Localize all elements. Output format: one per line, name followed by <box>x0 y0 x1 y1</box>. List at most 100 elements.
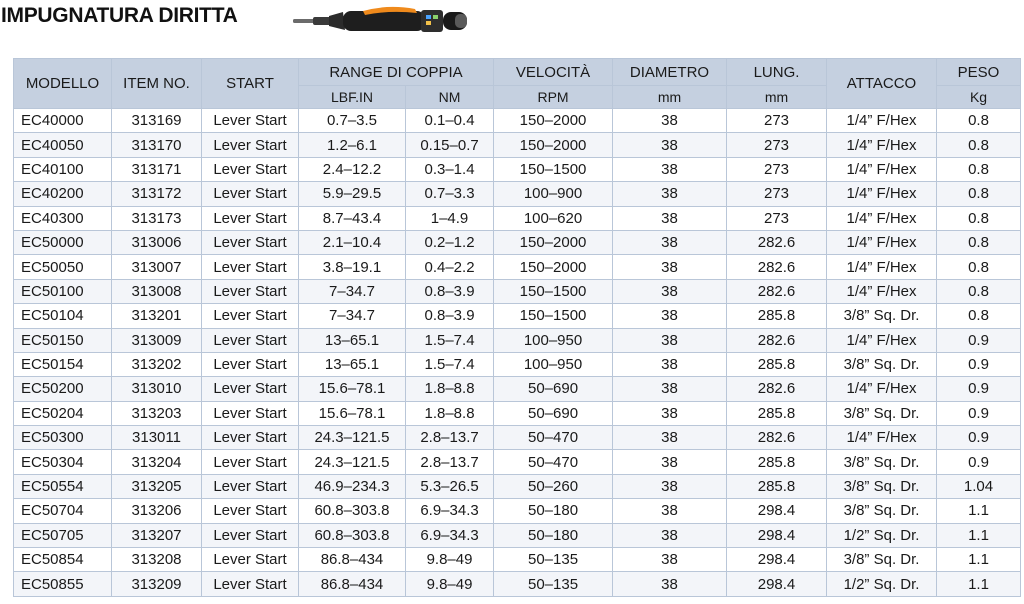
cell-attachment: 1/2” Sq. Dr. <box>826 522 938 549</box>
cell-model: EC50855 <box>13 571 112 597</box>
cell-weight: 1.1 <box>936 498 1022 524</box>
cell-torque-nm: 9.8–49 <box>404 571 495 597</box>
col-header-start: START <box>201 58 299 109</box>
col-header-item: ITEM NO. <box>111 58 202 109</box>
cell-model: EC50200 <box>13 376 112 402</box>
cell-diameter: 38 <box>612 571 728 597</box>
cell-attachment: 1/4” F/Hex <box>826 425 938 451</box>
cell-speed: 50–135 <box>493 547 614 573</box>
cell-torque-lbf: 86.8–434 <box>298 571 406 597</box>
cell-weight: 0.8 <box>936 181 1022 207</box>
cell-torque-nm: 1.8–8.8 <box>404 400 495 427</box>
cell-start: Lever Start <box>201 571 299 597</box>
cell-weight: 0.8 <box>936 278 1022 305</box>
cell-diameter: 38 <box>612 400 728 427</box>
table-row: EC50854 313208 Lever Start 86.8–434 9.8–49 50… <box>13 547 1022 573</box>
cell-model: EC50050 <box>13 254 112 280</box>
cell-length: 273 <box>726 107 828 134</box>
cell-length: 273 <box>726 205 828 231</box>
col-header-model: MODELLO <box>13 58 112 109</box>
col-unit-weight: Kg <box>936 85 1022 109</box>
cell-diameter: 38 <box>612 449 728 475</box>
cell-torque-nm: 1.8–8.8 <box>404 376 495 402</box>
cell-speed: 100–620 <box>493 205 614 231</box>
cell-torque-lbf: 5.9–29.5 <box>298 181 406 207</box>
cell-diameter: 38 <box>612 156 728 183</box>
cell-diameter: 38 <box>612 303 728 329</box>
col-header-diameter: DIAMETRO <box>612 58 728 86</box>
cell-model: EC50100 <box>13 278 112 305</box>
cell-diameter: 38 <box>612 278 728 305</box>
cell-length: 282.6 <box>726 229 828 256</box>
cell-speed: 50–180 <box>493 498 614 524</box>
cell-diameter: 38 <box>612 132 728 158</box>
cell-item-no: 313207 <box>111 522 202 549</box>
cell-torque-nm: 0.7–3.3 <box>404 181 495 207</box>
table-header: MODELLO ITEM NO. START RANGE DI COPPIA V… <box>13 58 1022 109</box>
cell-diameter: 38 <box>612 229 728 256</box>
cell-torque-lbf: 3.8–19.1 <box>298 254 406 280</box>
cell-torque-lbf: 15.6–78.1 <box>298 376 406 402</box>
cell-torque-lbf: 60.8–303.8 <box>298 498 406 524</box>
cell-torque-nm: 9.8–49 <box>404 547 495 573</box>
cell-diameter: 38 <box>612 547 728 573</box>
cell-speed: 150–1500 <box>493 303 614 329</box>
cell-torque-lbf: 1.2–6.1 <box>298 132 406 158</box>
cell-attachment: 1/4” F/Hex <box>826 132 938 158</box>
cell-weight: 0.8 <box>936 229 1022 256</box>
cell-length: 285.8 <box>726 351 828 378</box>
cell-start: Lever Start <box>201 425 299 451</box>
cell-item-no: 313209 <box>111 571 202 597</box>
table-row: EC50300 313011 Lever Start 24.3–121.5 2.8–13… <box>13 425 1022 451</box>
cell-model: EC50705 <box>13 522 112 549</box>
cell-attachment: 1/4” F/Hex <box>826 156 938 183</box>
cell-start: Lever Start <box>201 229 299 256</box>
cell-item-no: 313169 <box>111 107 202 134</box>
cell-model: EC40100 <box>13 156 112 183</box>
cell-torque-lbf: 24.3–121.5 <box>298 449 406 475</box>
cell-start: Lever Start <box>201 522 299 549</box>
cell-weight: 0.9 <box>936 351 1022 378</box>
cell-item-no: 313201 <box>111 303 202 329</box>
col-header-speed: VELOCITÀ <box>493 58 614 86</box>
cell-attachment: 1/4” F/Hex <box>826 278 938 305</box>
cell-item-no: 313008 <box>111 278 202 305</box>
cell-length: 298.4 <box>726 571 828 597</box>
cell-length: 273 <box>726 156 828 183</box>
cell-length: 285.8 <box>726 400 828 427</box>
cell-diameter: 38 <box>612 107 728 134</box>
cell-speed: 50–690 <box>493 400 614 427</box>
cell-start: Lever Start <box>201 498 299 524</box>
cell-diameter: 38 <box>612 376 728 402</box>
cell-length: 273 <box>726 181 828 207</box>
cell-attachment: 1/4” F/Hex <box>826 107 938 134</box>
cell-item-no: 313172 <box>111 181 202 207</box>
cell-torque-lbf: 7–34.7 <box>298 303 406 329</box>
cell-model: EC50150 <box>13 327 112 353</box>
cell-diameter: 38 <box>612 254 728 280</box>
cell-length: 282.6 <box>726 425 828 451</box>
cell-weight: 1.1 <box>936 522 1022 549</box>
table-row: EC40050 313170 Lever Start 1.2–6.1 0.15–0.7 1… <box>13 132 1022 158</box>
cell-torque-nm: 0.8–3.9 <box>404 278 495 305</box>
col-unit-lbf: LBF.IN <box>298 85 406 109</box>
cell-torque-lbf: 24.3–121.5 <box>298 425 406 451</box>
cell-torque-nm: 2.8–13.7 <box>404 449 495 475</box>
cell-model: EC40000 <box>13 107 112 134</box>
table-row: EC50855 313209 Lever Start 86.8–434 9.8–49 50… <box>13 571 1022 597</box>
cell-torque-nm: 5.3–26.5 <box>404 473 495 500</box>
cell-attachment: 1/4” F/Hex <box>826 229 938 256</box>
cell-item-no: 313208 <box>111 547 202 573</box>
cell-speed: 50–470 <box>493 449 614 475</box>
cell-speed: 50–180 <box>493 522 614 549</box>
cell-diameter: 38 <box>612 351 728 378</box>
cell-torque-nm: 0.4–2.2 <box>404 254 495 280</box>
cell-weight: 0.9 <box>936 327 1022 353</box>
cell-torque-lbf: 86.8–434 <box>298 547 406 573</box>
cell-weight: 0.9 <box>936 376 1022 402</box>
cell-weight: 0.9 <box>936 400 1022 427</box>
cell-item-no: 313205 <box>111 473 202 500</box>
cell-item-no: 313009 <box>111 327 202 353</box>
cell-start: Lever Start <box>201 278 299 305</box>
cell-attachment: 1/4” F/Hex <box>826 181 938 207</box>
